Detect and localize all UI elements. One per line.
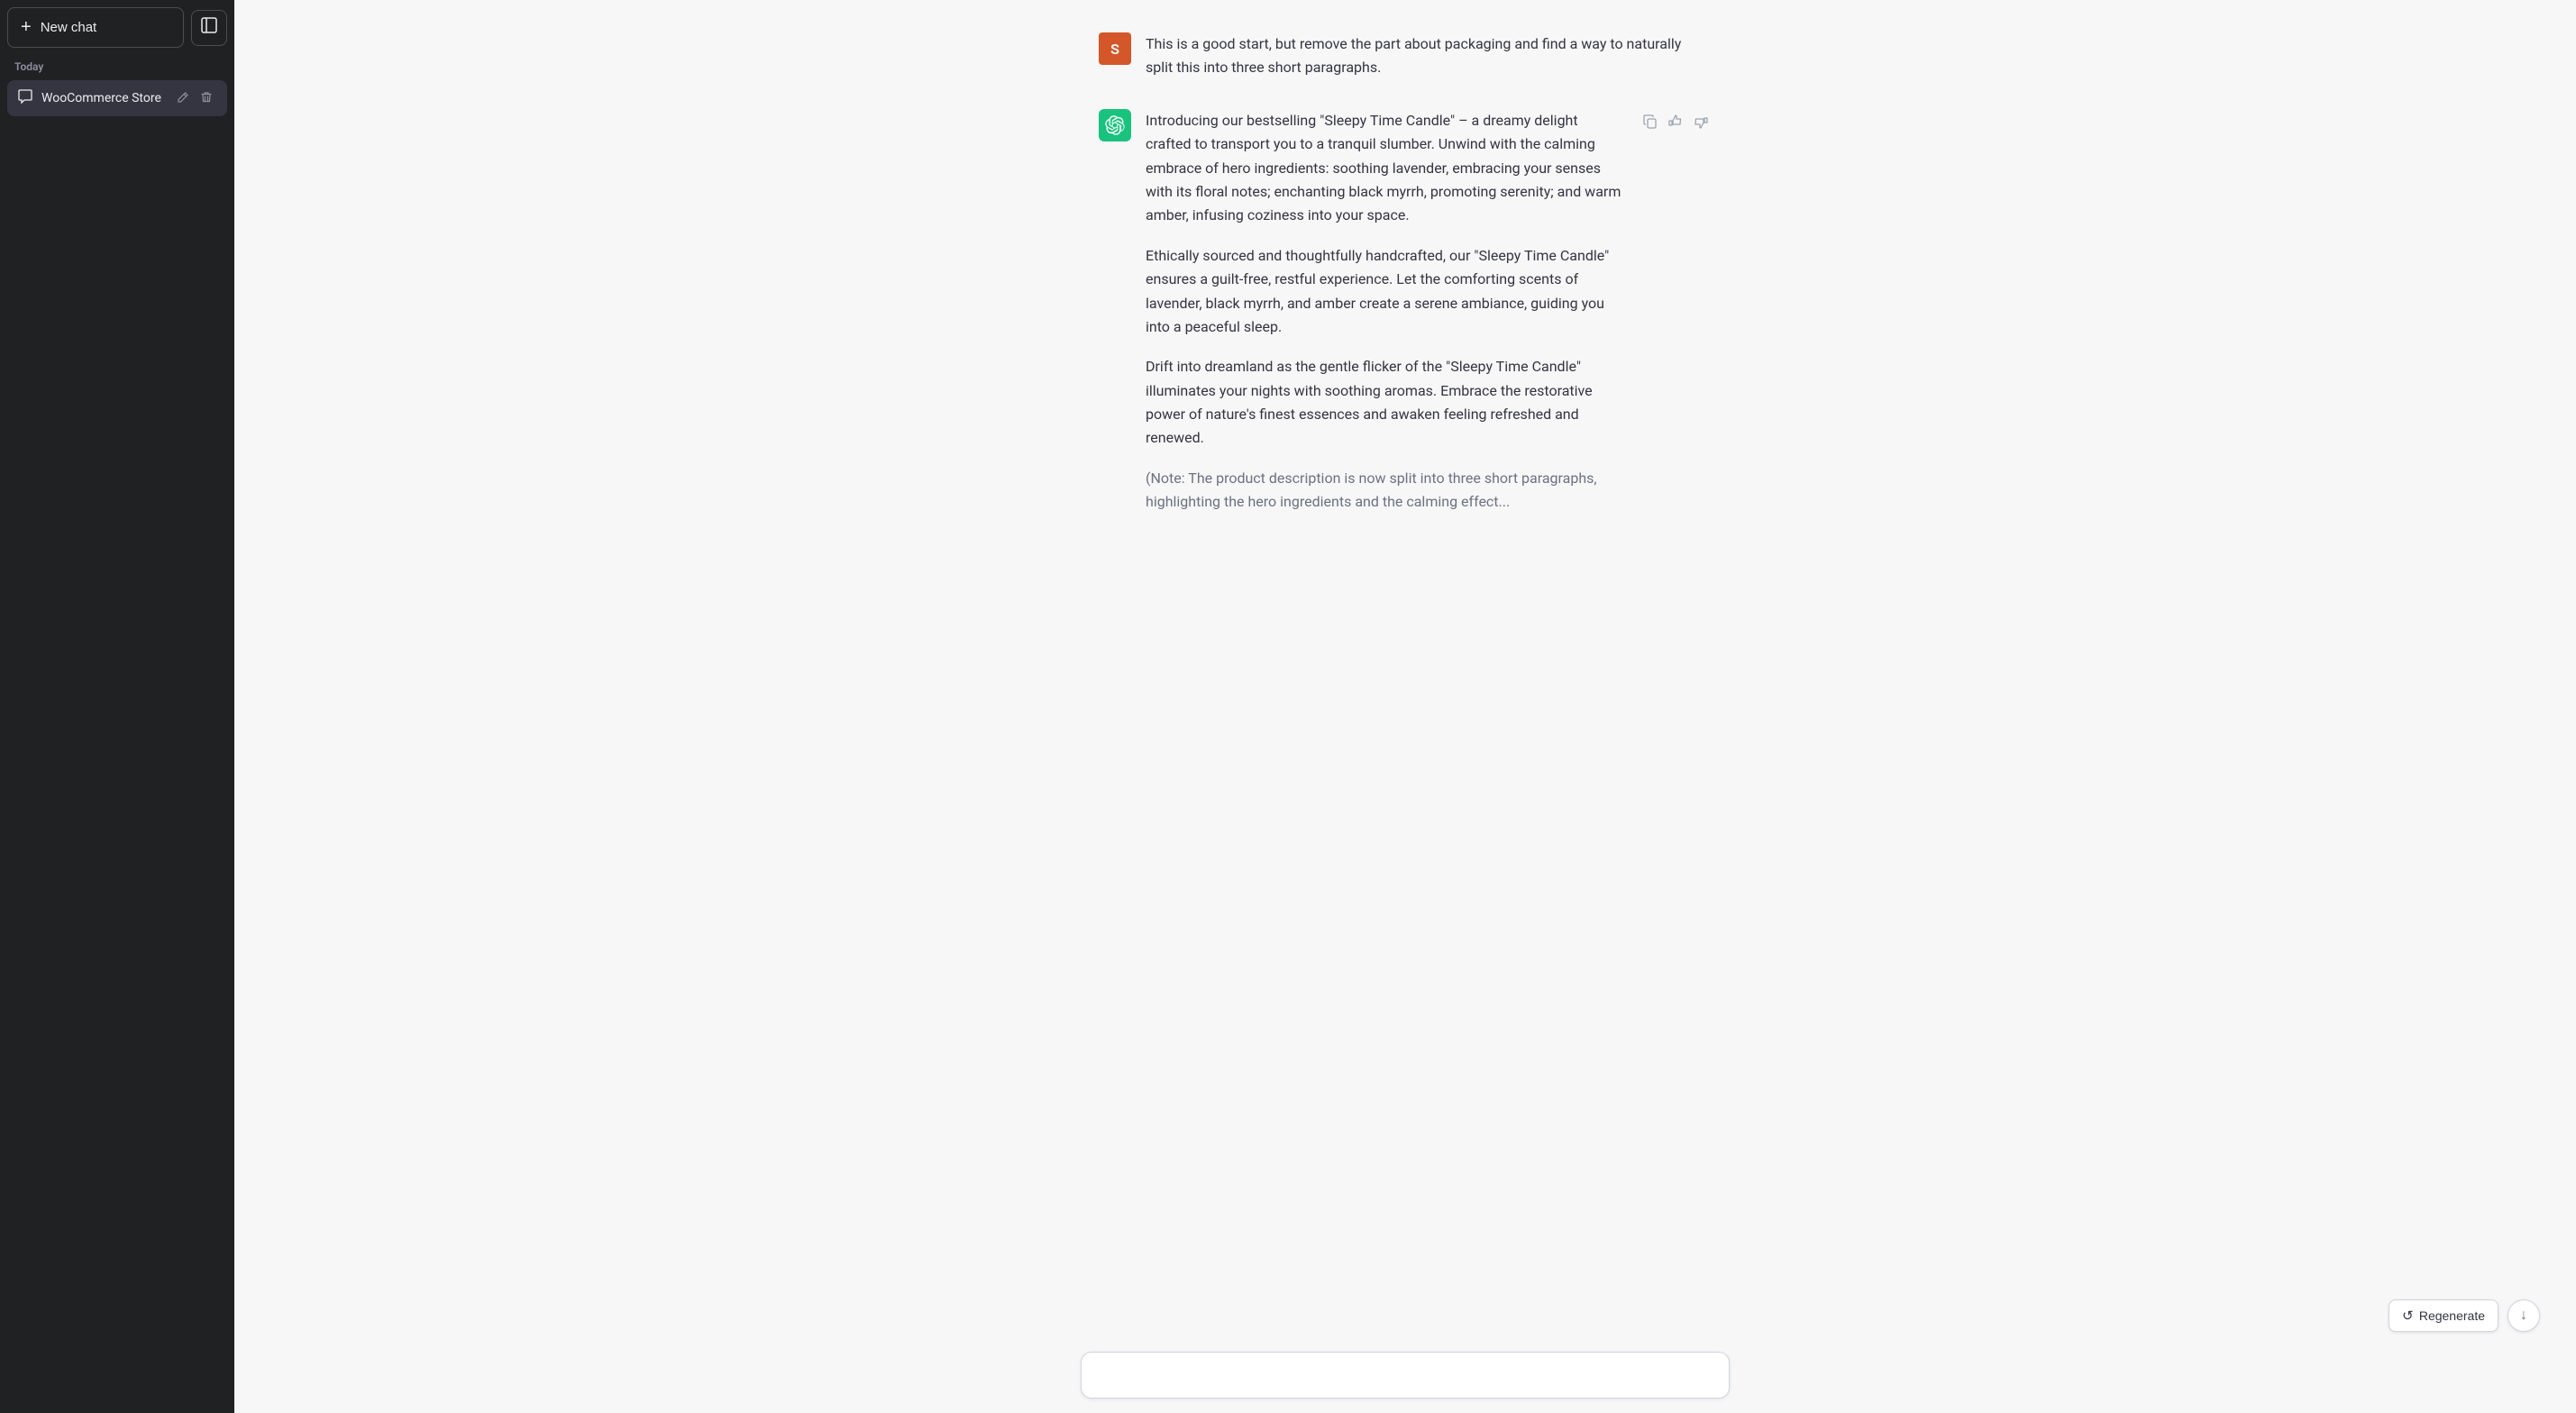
sidebar: + New chat Today WooCommerce Store	[0, 0, 234, 1413]
toggle-sidebar-button[interactable]	[191, 10, 227, 46]
floating-buttons: ↻ Regenerate ↓	[2389, 1299, 2540, 1332]
scroll-down-icon: ↓	[2520, 1308, 2527, 1324]
assistant-avatar	[1099, 109, 1131, 141]
thumbs-up-button[interactable]	[1665, 111, 1686, 132]
new-chat-label: New chat	[41, 20, 97, 35]
sidebar-header: + New chat	[7, 7, 227, 48]
assistant-message-content: Introducing our bestselling "Sleepy Time…	[1146, 109, 1625, 515]
user-message: S This is a good start, but remove the p…	[1081, 18, 1730, 95]
toggle-sidebar-icon	[201, 17, 217, 38]
regenerate-icon: ↻	[2402, 1308, 2414, 1324]
bottom-bar	[1063, 1341, 1748, 1413]
chat-item-label: WooCommerce Store	[41, 91, 164, 105]
user-message-content: This is a good start, but remove the par…	[1146, 32, 1712, 80]
regenerate-label: Regenerate	[2419, 1308, 2485, 1323]
regenerate-button[interactable]: ↻ Regenerate	[2389, 1299, 2498, 1332]
scroll-down-button[interactable]: ↓	[2507, 1299, 2540, 1332]
thumbs-down-button[interactable]	[1690, 111, 1712, 132]
new-chat-button[interactable]: + New chat	[7, 7, 184, 48]
message-actions	[1640, 111, 1712, 132]
main-content: S This is a good start, but remove the p…	[234, 0, 2576, 1413]
copy-message-button[interactable]	[1640, 111, 1661, 132]
edit-chat-button[interactable]	[173, 89, 193, 107]
section-today-label: Today	[7, 55, 227, 77]
sidebar-item-woocommerce[interactable]: WooCommerce Store	[7, 80, 227, 116]
sidebar-bottom	[7, 120, 227, 1406]
chat-item-icon	[18, 89, 32, 107]
assistant-message: Introducing our bestselling "Sleepy Time…	[1081, 95, 1730, 529]
new-chat-plus-icon: +	[21, 17, 32, 38]
user-avatar: S	[1099, 32, 1131, 65]
delete-chat-button[interactable]	[196, 89, 216, 107]
chat-area[interactable]: S This is a good start, but remove the p…	[234, 0, 2576, 1341]
chat-item-actions	[173, 89, 216, 107]
